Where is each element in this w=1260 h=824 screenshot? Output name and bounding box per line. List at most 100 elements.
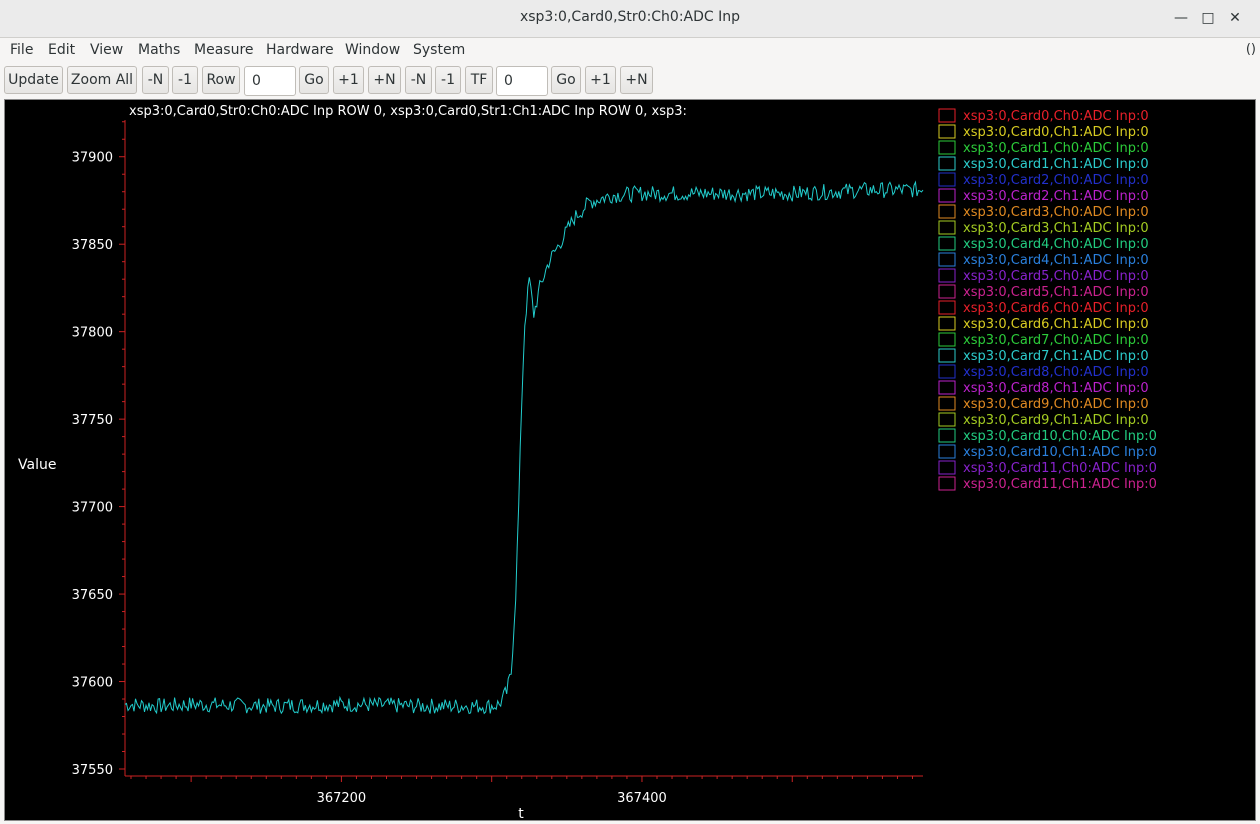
- x-tick-label: 367200: [317, 791, 367, 806]
- legend-entry: xsp3:0,Card11,Ch0:ADC Inp:0: [963, 461, 1157, 476]
- axis-ticks: [119, 121, 913, 782]
- menu-measure[interactable]: Measure: [194, 42, 254, 58]
- y-tick-label: 37900: [72, 151, 113, 166]
- legend-entry: xsp3:0,Card3,Ch0:ADC Inp:0: [963, 205, 1149, 220]
- legend-entry: xsp3:0,Card0,Ch0:ADC Inp:0: [963, 109, 1149, 124]
- legend-swatch: [938, 284, 956, 299]
- legend-swatch: [938, 316, 956, 331]
- legend-swatch: [938, 396, 956, 411]
- menu-window[interactable]: Window: [345, 42, 400, 58]
- legend-swatch: [938, 300, 956, 315]
- legend: xsp3:0,Card0,Ch0:ADC Inp:0xsp3:0,Card0,C…: [938, 108, 1157, 492]
- legend-entry: xsp3:0,Card6,Ch1:ADC Inp:0: [963, 317, 1149, 332]
- legend-entry: xsp3:0,Card2,Ch0:ADC Inp:0: [963, 173, 1149, 188]
- legend-entry: xsp3:0,Card7,Ch0:ADC Inp:0: [963, 333, 1149, 348]
- maximize-icon[interactable]: □: [1199, 9, 1217, 27]
- y-tick-label: 37550: [72, 763, 113, 778]
- menu-view[interactable]: View: [90, 42, 123, 58]
- legend-swatch: [938, 348, 956, 363]
- tf-plus-n-button[interactable]: +N: [620, 66, 653, 94]
- plot-area[interactable]: 37550 37600 37650 37700 37750 37800 37850 37900…: [4, 99, 1256, 822]
- legend-swatch: [938, 380, 956, 395]
- legend-entry: xsp3:0,Card9,Ch1:ADC Inp:0: [963, 413, 1149, 428]
- menu-bar: File Edit View Maths Measure Hardware Wi…: [0, 38, 1260, 62]
- menu-edit[interactable]: Edit: [48, 42, 75, 58]
- row-input[interactable]: 0: [244, 66, 296, 96]
- window-title: xsp3:0,Card0,Str0:Ch0:ADC Inp: [519, 9, 741, 25]
- plus-one-button[interactable]: +1: [333, 66, 364, 94]
- tf-minus-n-button[interactable]: -N: [405, 66, 432, 94]
- plot-canvas[interactable]: 37550 37600 37650 37700 37750 37800 37850 37900…: [5, 100, 1255, 822]
- x-tick-label: 367400: [617, 791, 667, 806]
- legend-entry: xsp3:0,Card2,Ch1:ADC Inp:0: [963, 189, 1149, 204]
- legend-entry: xsp3:0,Card11,Ch1:ADC Inp:0: [963, 477, 1157, 492]
- menu-right-indicator: (): [1245, 42, 1256, 57]
- legend-swatch: [938, 476, 956, 491]
- tf-minus-one-button[interactable]: -1: [435, 66, 461, 94]
- legend-entry: xsp3:0,Card5,Ch1:ADC Inp:0: [963, 285, 1149, 300]
- tf-input[interactable]: 0: [496, 66, 548, 96]
- zoom-all-button[interactable]: Zoom All: [67, 66, 137, 94]
- legend-entry: xsp3:0,Card6,Ch0:ADC Inp:0: [963, 301, 1149, 316]
- tf-plus-one-button[interactable]: +1: [585, 66, 616, 94]
- legend-swatch: [938, 428, 956, 443]
- minus-n-button[interactable]: -N: [142, 66, 169, 94]
- plus-n-button[interactable]: +N: [368, 66, 401, 94]
- legend-swatch: [938, 364, 956, 379]
- legend-swatch: [938, 444, 956, 459]
- tf-button[interactable]: TF: [465, 66, 493, 94]
- x-axis-label: t: [518, 806, 524, 820]
- legend-swatch: [938, 156, 956, 171]
- menu-system[interactable]: System: [413, 42, 465, 58]
- legend-swatch: [938, 460, 956, 475]
- legend-entry: xsp3:0,Card7,Ch1:ADC Inp:0: [963, 349, 1149, 364]
- window-titlebar: xsp3:0,Card0,Str0:Ch0:ADC Inp — □ ✕: [0, 0, 1260, 38]
- plot-title: xsp3:0,Card0,Str0:Ch0:ADC Inp ROW 0, xsp…: [129, 104, 687, 119]
- update-button[interactable]: Update: [4, 66, 63, 94]
- legend-entry: xsp3:0,Card3,Ch1:ADC Inp:0: [963, 221, 1149, 236]
- legend-entry: xsp3:0,Card8,Ch1:ADC Inp:0: [963, 381, 1149, 396]
- series-layer: [124, 180, 924, 715]
- legend-entry: xsp3:0,Card9,Ch0:ADC Inp:0: [963, 397, 1149, 412]
- legend-entry: xsp3:0,Card4,Ch0:ADC Inp:0: [963, 237, 1149, 252]
- legend-swatch: [938, 220, 956, 235]
- series-line: [124, 180, 924, 715]
- menu-hardware[interactable]: Hardware: [266, 42, 334, 58]
- legend-entry: xsp3:0,Card1,Ch0:ADC Inp:0: [963, 141, 1149, 156]
- y-tick-label: 37750: [72, 413, 113, 428]
- legend-swatch: [938, 108, 956, 123]
- row-button[interactable]: Row: [202, 66, 240, 94]
- legend-entry: xsp3:0,Card4,Ch1:ADC Inp:0: [963, 253, 1149, 268]
- menu-file[interactable]: File: [10, 42, 33, 58]
- minus-one-button[interactable]: -1: [172, 66, 198, 94]
- tf-go-button[interactable]: Go: [551, 66, 581, 94]
- toolbar: Update Zoom All -N -1 Row 0 Go +1 +N -N …: [0, 63, 1260, 97]
- y-tick-label: 37800: [72, 326, 113, 341]
- legend-swatch: [938, 204, 956, 219]
- legend-entry: xsp3:0,Card10,Ch0:ADC Inp:0: [963, 429, 1157, 444]
- minimize-icon[interactable]: —: [1172, 9, 1190, 27]
- legend-swatch: [938, 172, 956, 187]
- legend-swatch: [938, 236, 956, 251]
- y-tick-label: 37850: [72, 238, 113, 253]
- legend-swatch: [938, 124, 956, 139]
- legend-entry: xsp3:0,Card5,Ch0:ADC Inp:0: [963, 269, 1149, 284]
- y-tick-label: 37700: [72, 501, 113, 516]
- y-axis-label: Value: [18, 457, 56, 473]
- legend-swatch: [938, 412, 956, 427]
- legend-entry: xsp3:0,Card0,Ch1:ADC Inp:0: [963, 125, 1149, 140]
- close-icon[interactable]: ✕: [1226, 9, 1244, 27]
- legend-swatch: [938, 268, 956, 283]
- legend-entry: xsp3:0,Card1,Ch1:ADC Inp:0: [963, 157, 1149, 172]
- axes-frame: [124, 120, 923, 777]
- y-tick-label: 37650: [72, 588, 113, 603]
- legend-entry: xsp3:0,Card10,Ch1:ADC Inp:0: [963, 445, 1157, 460]
- legend-swatch: [938, 252, 956, 267]
- menu-maths[interactable]: Maths: [138, 42, 180, 58]
- row-go-button[interactable]: Go: [299, 66, 329, 94]
- legend-swatch: [938, 140, 956, 155]
- legend-swatch: [938, 188, 956, 203]
- legend-swatch: [938, 332, 956, 347]
- legend-entry: xsp3:0,Card8,Ch0:ADC Inp:0: [963, 365, 1149, 380]
- y-tick-label: 37600: [72, 676, 113, 691]
